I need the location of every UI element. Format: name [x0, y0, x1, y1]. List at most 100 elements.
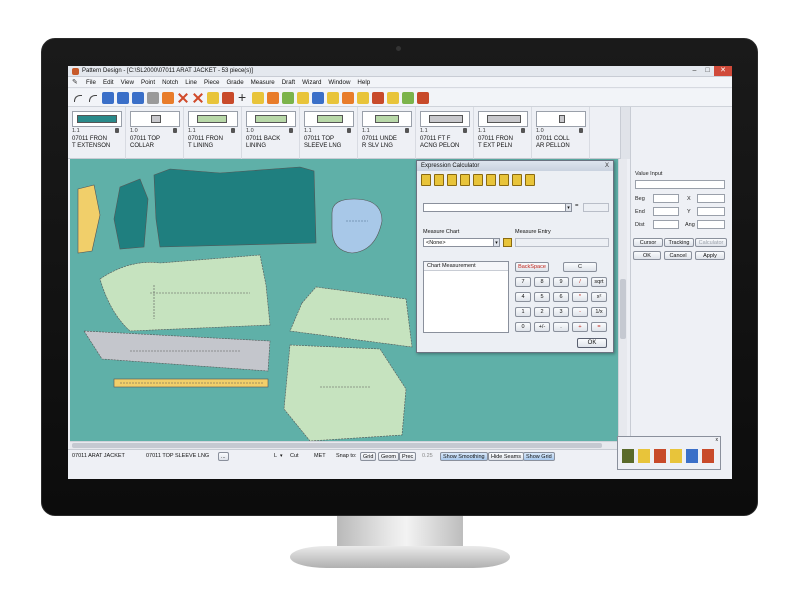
- calculator-close-button[interactable]: X: [605, 161, 609, 171]
- save-icon[interactable]: [147, 91, 159, 104]
- show-smoothing-button[interactable]: Show Smoothing: [440, 452, 488, 461]
- chart-measurement-list[interactable]: Chart Measurement: [423, 261, 509, 333]
- ok-button[interactable]: OK: [633, 251, 661, 260]
- piece-thumb-cell[interactable]: 1.1 07011 FRON T EXT PELN: [474, 107, 532, 159]
- piece-thumb-cell[interactable]: 1.1 07011 TOP SLEEVE LNG: [300, 107, 358, 159]
- point-tool-icon[interactable]: [207, 91, 219, 104]
- key-button[interactable]: *: [572, 292, 588, 302]
- palette-tool-icon[interactable]: [670, 449, 682, 463]
- calculator-ok-button[interactable]: OK: [577, 338, 607, 348]
- key-button[interactable]: 0: [515, 322, 531, 332]
- sew-icon[interactable]: [417, 91, 429, 104]
- menu-notch[interactable]: Notch: [162, 79, 178, 86]
- add-point-icon[interactable]: [237, 89, 249, 105]
- key-button[interactable]: 4: [515, 292, 531, 302]
- menu-grade[interactable]: Grade: [226, 79, 243, 86]
- menu-file[interactable]: File: [86, 79, 96, 86]
- key-button[interactable]: .: [553, 322, 569, 332]
- piece-thumb-cell[interactable]: 1.1 07011 FRON T EXTENSON: [68, 107, 126, 159]
- calc-tool-icon[interactable]: [512, 174, 522, 186]
- tracking-button[interactable]: Tracking: [664, 238, 694, 247]
- piece-thumb-cell[interactable]: 1.0 07011 COLL AR PELLON: [532, 107, 590, 159]
- pin-icon[interactable]: ✎: [72, 79, 80, 86]
- ang-field[interactable]: [697, 220, 725, 229]
- menu-window[interactable]: Window: [328, 79, 350, 86]
- key-button[interactable]: +: [572, 322, 588, 332]
- chevron-down-icon[interactable]: ▾: [493, 238, 500, 247]
- key-button[interactable]: +/-: [534, 322, 550, 332]
- key-button[interactable]: 9: [553, 277, 569, 287]
- split-icon[interactable]: [327, 91, 339, 104]
- menu-piece[interactable]: Piece: [204, 79, 219, 86]
- workspace-vertical-scrollbar[interactable]: [618, 159, 627, 441]
- palette-tool-icon[interactable]: [638, 449, 650, 463]
- zoom-out-icon[interactable]: [117, 91, 129, 104]
- piece-thumb-cell[interactable]: 1.1 07011 UNDE R SLV LNG: [358, 107, 416, 159]
- calc-tool-icon[interactable]: [434, 174, 444, 186]
- piece-icon[interactable]: [162, 91, 174, 104]
- key-button[interactable]: 3: [553, 307, 569, 317]
- apply-button[interactable]: Apply: [695, 251, 725, 260]
- piece-thumb-cell[interactable]: 1.0 07011 BACK LINING: [242, 107, 300, 159]
- beg-field[interactable]: [653, 194, 679, 203]
- redo-icon[interactable]: [87, 92, 99, 104]
- seam-icon[interactable]: [342, 91, 354, 104]
- calc-tool-icon[interactable]: [473, 174, 483, 186]
- palette-close-icon[interactable]: x: [716, 437, 719, 443]
- menu-help[interactable]: Help: [357, 79, 370, 86]
- menu-wizard[interactable]: Wizard: [302, 79, 321, 86]
- curve-icon[interactable]: [282, 91, 294, 104]
- close-button[interactable]: ✕: [714, 66, 732, 76]
- y-field[interactable]: [697, 207, 725, 216]
- calc-tool-icon[interactable]: [421, 174, 431, 186]
- grade-icon[interactable]: [267, 91, 279, 104]
- key-button[interactable]: 1: [515, 307, 531, 317]
- key-button[interactable]: 5: [534, 292, 550, 302]
- x-field[interactable]: [697, 194, 725, 203]
- maximize-button[interactable]: □: [701, 66, 714, 76]
- delete-icon[interactable]: [177, 92, 189, 104]
- clear-button[interactable]: C: [563, 262, 597, 272]
- snap-grid-button[interactable]: Grid: [360, 452, 377, 461]
- key-button[interactable]: 6: [553, 292, 569, 302]
- menu-edit[interactable]: Edit: [103, 79, 114, 86]
- key-button[interactable]: x²: [591, 292, 607, 302]
- show-grid-button[interactable]: Show Grid: [523, 452, 555, 461]
- piece-thumb-cell[interactable]: 1.1 07011 FT F ACNG PELON: [416, 107, 474, 159]
- wizard-icon[interactable]: [387, 91, 399, 104]
- calc-tool-icon[interactable]: [460, 174, 470, 186]
- dist-field[interactable]: [653, 220, 679, 229]
- mirror-icon[interactable]: [297, 91, 309, 104]
- layer-label[interactable]: L: [274, 453, 277, 459]
- rotate-icon[interactable]: [312, 91, 324, 104]
- calculator-title-bar[interactable]: Expression Calculator X: [417, 161, 613, 171]
- key-button[interactable]: -: [572, 307, 588, 317]
- key-button[interactable]: 1/x: [591, 307, 607, 317]
- piece-thumb-cell[interactable]: 1.0 07011 TOP COLLAR: [126, 107, 184, 159]
- walk-icon[interactable]: [402, 91, 414, 104]
- expression-input[interactable]: [423, 203, 571, 212]
- menu-point[interactable]: Point: [141, 79, 155, 86]
- menu-line[interactable]: Line: [185, 79, 197, 86]
- minimize-button[interactable]: –: [688, 66, 701, 76]
- cursor-button[interactable]: Cursor: [633, 238, 663, 247]
- snap-prec-button[interactable]: Prec: [399, 452, 417, 461]
- measure-entry-field[interactable]: [515, 238, 609, 247]
- snap-geom-button[interactable]: Geom: [378, 452, 399, 461]
- piece-strip-scrollbar[interactable]: [620, 107, 630, 159]
- open-chart-icon[interactable]: [503, 238, 512, 247]
- chevron-down-icon[interactable]: ▾: [565, 203, 572, 212]
- calc-tool-icon[interactable]: [499, 174, 509, 186]
- notch-icon[interactable]: [252, 91, 264, 104]
- menu-view[interactable]: View: [121, 79, 134, 86]
- calc-tool-icon[interactable]: [447, 174, 457, 186]
- draft-icon[interactable]: [372, 91, 384, 104]
- piece-thumb-cell[interactable]: 1.1 07011 FRON T LINING: [184, 107, 242, 159]
- chevron-down-icon[interactable]: ▾: [280, 453, 283, 459]
- measure-chart-select[interactable]: <None>: [423, 238, 499, 247]
- ellipsis-button[interactable]: ...: [218, 452, 229, 461]
- workspace-horizontal-scrollbar[interactable]: [70, 441, 618, 449]
- palette-tool-icon[interactable]: [654, 449, 666, 463]
- palette-tool-icon[interactable]: [622, 449, 634, 463]
- zoom-in-icon[interactable]: [102, 91, 114, 104]
